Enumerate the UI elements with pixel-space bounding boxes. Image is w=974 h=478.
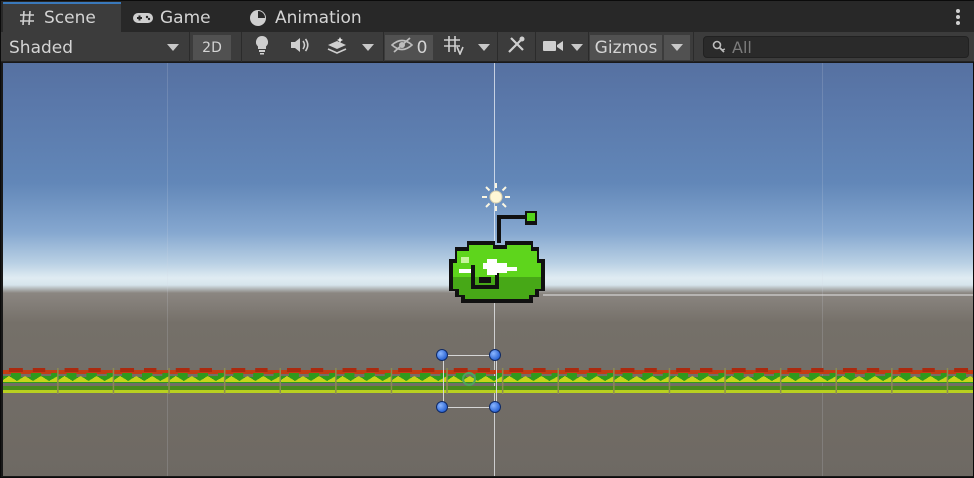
lighting-toggle-button[interactable] <box>247 35 277 60</box>
chevron-down-icon <box>571 44 583 51</box>
gizmos-label: Gizmos <box>594 37 658 58</box>
tab-game[interactable]: Game <box>133 4 233 32</box>
apple-sprite[interactable] <box>449 211 545 303</box>
grid-icon <box>443 35 465 60</box>
tools-button[interactable] <box>501 35 531 60</box>
camera-button[interactable] <box>539 35 567 60</box>
tab-animation[interactable]: Animation <box>248 4 378 32</box>
toolbar-divider <box>588 32 589 62</box>
toolbar-divider <box>535 32 536 62</box>
toolbar-divider <box>189 32 190 62</box>
hash-icon <box>17 8 37 28</box>
toolbar-divider <box>693 32 694 62</box>
chevron-down-icon <box>167 44 179 51</box>
grid-line <box>167 63 168 476</box>
effects-layers-icon <box>326 36 348 59</box>
grid-toggle-button[interactable] <box>439 35 469 60</box>
resize-handle-bottom-left[interactable] <box>436 401 448 413</box>
resize-handle-bottom-right[interactable] <box>489 401 501 413</box>
camera-icon <box>542 38 564 58</box>
tab-label: Animation <box>275 8 362 28</box>
tab-label: Game <box>160 8 211 28</box>
gizmos-toggle-button[interactable]: Gizmos <box>590 35 662 60</box>
gizmos-dropdown-button[interactable] <box>664 35 690 60</box>
audio-toggle-button[interactable] <box>285 35 315 60</box>
tab-label: Scene <box>44 8 96 28</box>
camera-dropdown-button[interactable] <box>567 35 587 60</box>
chevron-down-icon <box>362 44 374 51</box>
toolbar-divider <box>497 32 498 62</box>
toolbar-divider <box>383 32 384 62</box>
directional-light-icon[interactable] <box>481 182 511 212</box>
speaker-icon <box>290 37 310 58</box>
search-field[interactable] <box>703 36 969 58</box>
toolbar-divider <box>241 32 242 62</box>
draw-mode-dropdown[interactable]: Shaded <box>5 35 185 60</box>
gamepad-icon <box>133 8 153 28</box>
tab-bar: Scene Game Animation <box>1 1 974 32</box>
clock-icon <box>248 8 268 28</box>
eye-hidden-icon <box>390 37 413 58</box>
resize-handle-top-left[interactable] <box>436 349 448 361</box>
draw-mode-label: Shaded <box>9 37 74 58</box>
grid-dropdown-button[interactable] <box>473 35 495 60</box>
scene-viewport[interactable] <box>3 63 973 476</box>
search-input[interactable] <box>732 37 952 57</box>
effects-toggle-button[interactable] <box>321 35 353 60</box>
pivot-handle[interactable] <box>462 372 476 386</box>
scene-visibility-button[interactable]: 0 <box>385 35 433 60</box>
search-icon <box>712 40 726 54</box>
scene-window: Scene Game Animation Shaded 2D 0 Gizmos … <box>0 0 974 478</box>
effects-dropdown-button[interactable] <box>357 35 379 60</box>
resize-handle-top-right[interactable] <box>489 349 501 361</box>
tab-scene[interactable]: Scene <box>3 2 121 32</box>
more-options-icon[interactable] <box>955 8 961 26</box>
tools-icon <box>506 35 526 60</box>
chevron-down-icon <box>671 44 683 51</box>
toggle-2d-label: 2D <box>202 39 222 56</box>
hidden-count: 0 <box>416 37 428 58</box>
chevron-down-icon <box>478 44 490 51</box>
horizon-line <box>543 294 973 296</box>
grid-line <box>822 63 823 476</box>
light-bulb-icon <box>254 35 270 60</box>
toggle-2d-button[interactable]: 2D <box>193 35 231 60</box>
